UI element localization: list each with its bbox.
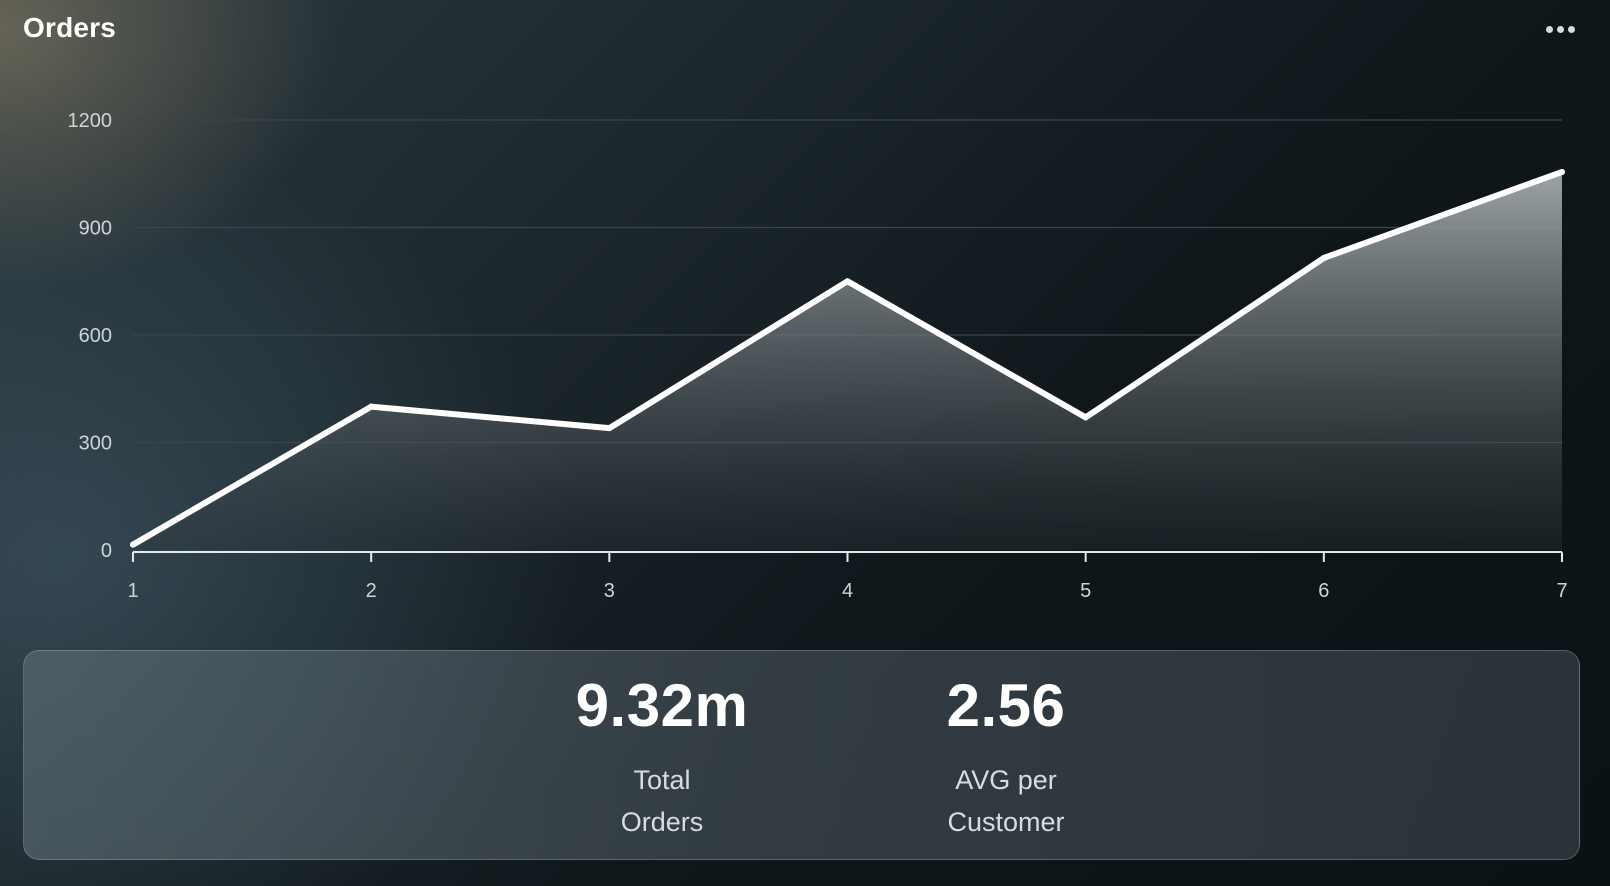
orders-area-chart: 0 300 600 900 1200 1 2 3 4 5 6 7 [68, 110, 1568, 602]
data-point [1320, 254, 1327, 261]
data-point [606, 425, 613, 432]
stat-label-line: Total [633, 765, 691, 795]
stat-value: 9.32m [575, 672, 749, 739]
x-tick-label: 2 [366, 580, 377, 602]
data-point [844, 278, 851, 285]
stat-avg-per-customer: 2.56 AVG per Customer [876, 671, 1136, 843]
x-tick-label: 3 [604, 580, 615, 602]
y-tick-label: 900 [79, 218, 112, 240]
y-tick-label: 300 [79, 433, 112, 455]
x-tick-label: 4 [842, 580, 853, 602]
x-tick-label: 5 [1080, 580, 1091, 602]
stat-label: Total Orders [532, 759, 792, 843]
stat-label-line: Orders [620, 807, 704, 837]
y-tick-label: 600 [79, 325, 112, 347]
orders-chart: 0 300 600 900 1200 1 2 3 4 5 6 7 [0, 0, 1610, 620]
x-tick-label: 6 [1318, 580, 1329, 602]
x-tick-label: 1 [127, 580, 138, 602]
y-tick-label: 1200 [68, 110, 113, 132]
data-point [1082, 414, 1089, 421]
stat-label: AVG per Customer [876, 759, 1136, 843]
x-tick-label: 7 [1556, 580, 1567, 602]
data-point [130, 541, 136, 548]
stat-label-line: Customer [947, 807, 1065, 837]
stat-total-orders: 9.32m Total Orders [532, 671, 792, 843]
area-fill [133, 171, 1562, 551]
data-point [368, 403, 375, 410]
stats-panel: 9.32m Total Orders 2.56 AVG per Customer [23, 650, 1580, 860]
data-point [1559, 168, 1565, 175]
y-tick-label: 0 [101, 540, 112, 562]
stat-label-line: AVG per [955, 765, 1057, 795]
stat-value: 2.56 [946, 672, 1066, 739]
